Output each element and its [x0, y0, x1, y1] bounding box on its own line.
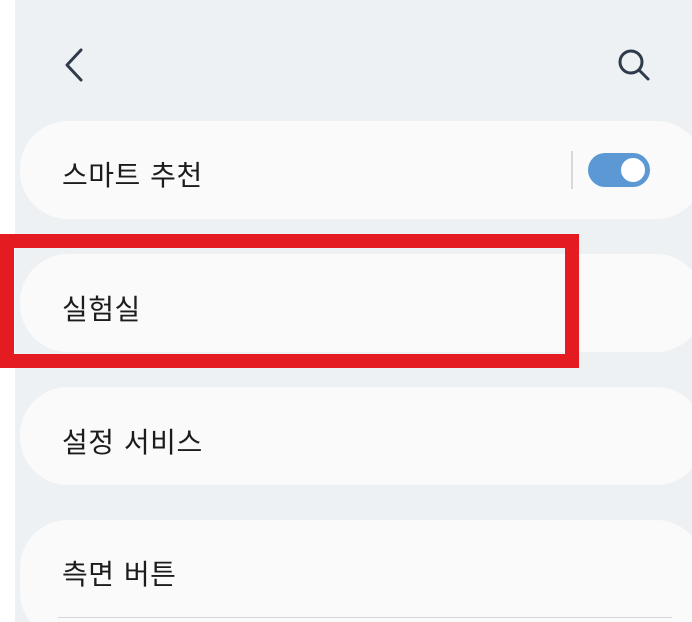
settings-screen: 스마트 추천 실험실 설정 서비스 측면 버튼 — [15, 0, 692, 622]
side-button-label: 측면 버튼 — [62, 558, 177, 591]
toggle-divider — [571, 151, 573, 189]
smart-recommendation-item[interactable]: 스마트 추천 — [20, 121, 692, 219]
labs-label: 실험실 — [62, 293, 141, 326]
settings-services-item[interactable]: 설정 서비스 — [20, 387, 692, 485]
search-icon — [618, 49, 650, 81]
settings-services-label: 설정 서비스 — [62, 426, 203, 459]
chevron-left-icon — [65, 48, 83, 82]
side-button-item[interactable]: 측면 버튼 — [20, 520, 692, 622]
back-button[interactable] — [50, 41, 98, 89]
labs-item[interactable]: 실험실 — [20, 254, 692, 352]
smart-recommendation-label: 스마트 추천 — [62, 159, 203, 192]
top-app-bar — [15, 0, 692, 118]
smart-recommendation-toggle[interactable] — [588, 153, 650, 187]
search-button[interactable] — [610, 41, 658, 89]
item-divider — [58, 617, 672, 618]
toggle-knob — [621, 158, 645, 182]
